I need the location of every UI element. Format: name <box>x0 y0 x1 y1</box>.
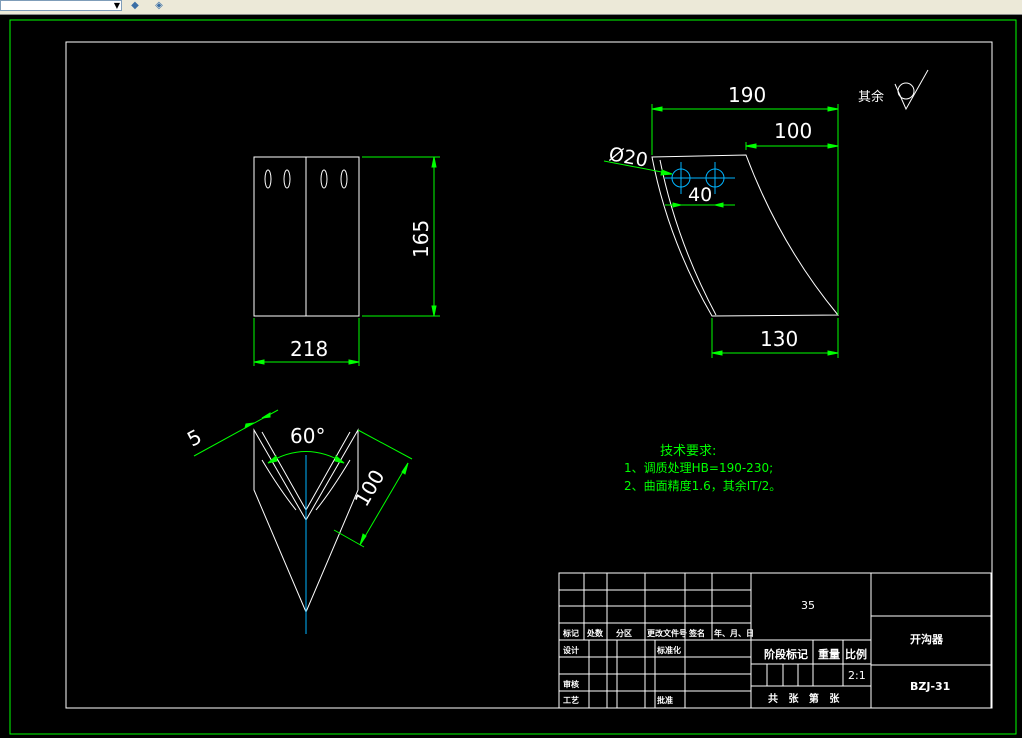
tb-rev-zone: 分区 <box>616 628 632 638</box>
tb-designer: 设计 <box>563 645 579 655</box>
tb-reviewer: 审核 <box>563 679 579 689</box>
drawing-canvas[interactable]: 218 165 190 100 130 Ø20 40 其余 60° 5 100 … <box>0 14 1022 738</box>
roughness-symbol: 其余 <box>858 69 929 111</box>
layer-previous-icon[interactable]: ◈ <box>150 0 168 12</box>
dim-front-height-text: 165 <box>409 220 433 258</box>
dim-leg-length-text: 100 <box>350 465 390 510</box>
side-view: 190 100 130 Ø20 40 <box>603 83 840 358</box>
sheet-border <box>9 19 1017 735</box>
dim-side-bottom-text: 130 <box>760 327 798 351</box>
tb-col-stage: 阶段标记 <box>764 647 808 661</box>
layer-state-icon[interactable]: ◆ <box>126 0 144 12</box>
dim-angle-text: 60° <box>290 424 325 448</box>
dim-side-overall-text: 190 <box>728 83 766 107</box>
section-view <box>253 428 359 634</box>
tech-title: 技术要求: <box>660 444 716 459</box>
front-view: 218 165 <box>253 156 440 366</box>
roughness-label: 其余 <box>858 89 884 105</box>
tech-notes: 技术要求: 1、调质处理HB=190-230; 2、曲面精度1.6，其余IT/2… <box>624 444 781 493</box>
tb-process: 工艺 <box>563 695 579 705</box>
tb-rev-sign: 签名 <box>688 628 705 638</box>
tb-col-weight: 重量 <box>818 647 840 661</box>
layer-combo[interactable]: ▼ <box>0 0 122 11</box>
tb-col-scale: 比例 <box>845 647 867 661</box>
dim-thickness-text: 5 <box>183 424 206 451</box>
tb-drawing-no: BZJ-31 <box>910 680 950 693</box>
dim-front-width-text: 218 <box>290 337 328 361</box>
tb-part-name: 开沟器 <box>910 632 944 646</box>
chevron-down-icon[interactable]: ▼ <box>114 1 120 11</box>
tb-rev-mark: 标记 <box>562 628 579 638</box>
dim-side-top <box>745 142 839 150</box>
tb-rev-date: 年、月、日 <box>714 628 754 638</box>
dim-hole-dia-text: Ø20 <box>607 143 649 171</box>
tech-line-2: 2、曲面精度1.6，其余IT/2。 <box>624 478 781 493</box>
toolbar: ▼ ◆ ◈ <box>0 0 1022 15</box>
dim-hole-spacing-text: 40 <box>688 184 712 206</box>
tb-sheet: 共 张 第 张 <box>768 692 840 705</box>
tb-rev-count: 处数 <box>586 628 604 638</box>
tb-approve: 批准 <box>657 695 673 705</box>
side-view-outline <box>651 154 840 317</box>
tb-rev-doc: 更改文件号 <box>647 628 687 638</box>
dim-side-top-text: 100 <box>774 119 812 143</box>
tb-material: 35 <box>801 599 815 612</box>
tech-line-1: 1、调质处理HB=190-230; <box>624 461 773 475</box>
tb-scale: 2:1 <box>848 669 866 682</box>
drawing-frame <box>65 41 993 709</box>
tb-standardize: 标准化 <box>656 645 681 655</box>
title-block-text: 35 开沟器 BZJ-31 阶段标记 重量 比例 2:1 共 张 第 张 标记 … <box>562 599 950 705</box>
